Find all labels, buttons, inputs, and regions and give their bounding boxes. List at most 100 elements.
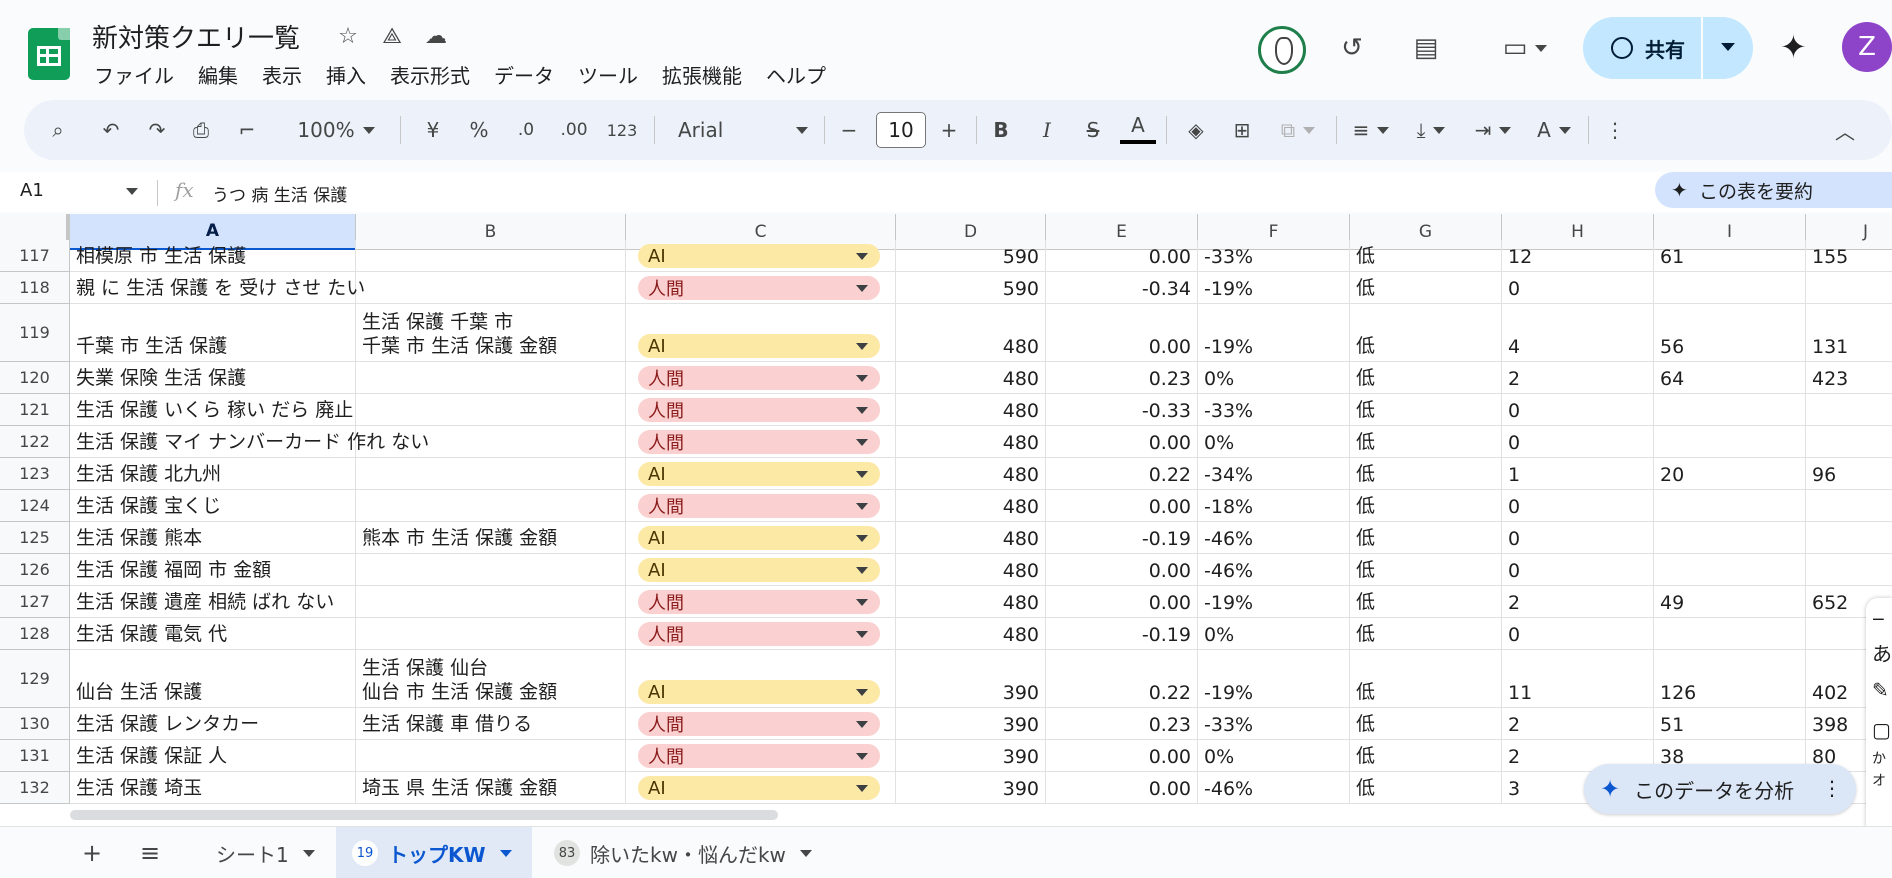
move-folder-icon[interactable]: ⟁ [378, 22, 406, 50]
table-cell[interactable]: 人間 [626, 394, 896, 426]
table-cell[interactable]: 人間 [626, 708, 896, 740]
table-cell[interactable] [356, 394, 626, 426]
add-sheet-icon[interactable]: + [76, 837, 108, 869]
table-cell[interactable]: -0.19 [1046, 522, 1198, 554]
row-header[interactable]: 128 [0, 618, 70, 650]
table-cell[interactable]: 0 [1502, 618, 1654, 650]
type-dropdown-chip[interactable]: 人間 [638, 712, 880, 736]
table-cell[interactable]: 480 [896, 458, 1046, 490]
table-cell[interactable]: AI [626, 458, 896, 490]
table-cell[interactable] [1654, 272, 1806, 304]
font-size-input[interactable]: 10 [876, 112, 926, 148]
table-cell[interactable]: 人間 [626, 362, 896, 394]
paint-format-icon[interactable]: ⌐ [232, 110, 262, 150]
table-cell[interactable]: 1 [1502, 458, 1654, 490]
table-cell[interactable]: 0% [1198, 740, 1350, 772]
table-cell[interactable]: -46% [1198, 522, 1350, 554]
table-cell[interactable] [1806, 426, 1892, 458]
table-cell[interactable]: AI [626, 554, 896, 586]
table-cell[interactable]: 96 [1806, 458, 1892, 490]
menu-data[interactable]: データ [482, 58, 566, 91]
table-cell[interactable] [356, 426, 626, 458]
table-cell[interactable] [356, 618, 626, 650]
table-cell[interactable]: -19% [1198, 272, 1350, 304]
table-cell[interactable]: 生活 保護 遺産 相続 ばれ ない [70, 586, 356, 618]
table-cell[interactable]: 20 [1654, 458, 1806, 490]
table-cell[interactable]: 0 [1502, 394, 1654, 426]
strikethrough-icon[interactable]: S [1076, 110, 1110, 150]
table-cell[interactable]: -33% [1198, 394, 1350, 426]
formula-input[interactable]: うつ 病 生活 保護 [212, 181, 347, 206]
spreadsheet-grid[interactable]: ABCDEFGHIJ 117 相模原 市 生活 保護 AI 590 0.00 -33% 低 1… [0, 214, 1892, 826]
row-header[interactable]: 117 [0, 240, 70, 272]
row-header[interactable]: 120 [0, 362, 70, 394]
table-cell[interactable]: 0 [1502, 426, 1654, 458]
table-cell[interactable]: 生活 保護 北九州 [70, 458, 356, 490]
decrease-font-size-icon[interactable]: − [834, 110, 864, 150]
row-header[interactable]: 131 [0, 740, 70, 772]
row-header[interactable]: 130 [0, 708, 70, 740]
table-cell[interactable]: 低 [1350, 458, 1502, 490]
decrease-decimal-button[interactable]: .0 [508, 110, 544, 150]
table-cell[interactable]: 生活 保護 埼玉 [70, 772, 356, 804]
menu-format[interactable]: 表示形式 [378, 58, 482, 91]
table-cell[interactable]: 590 [896, 240, 1046, 272]
table-cell[interactable] [356, 740, 626, 772]
table-cell[interactable]: 相模原 市 生活 保護 [70, 240, 356, 272]
table-cell[interactable]: 0% [1198, 426, 1350, 458]
table-cell[interactable]: 低 [1350, 708, 1502, 740]
table-cell[interactable]: 低 [1350, 740, 1502, 772]
table-cell[interactable]: 0.00 [1046, 426, 1198, 458]
sheet-tab-top-kw[interactable]: 19 トップKW [336, 827, 532, 878]
table-cell[interactable]: 生活 保護 マイ ナンバーカード 作れ ない [70, 426, 429, 458]
summarize-table-button[interactable]: この表を要約 [1655, 172, 1892, 208]
increase-font-size-icon[interactable]: + [934, 110, 964, 150]
table-cell[interactable]: 低 [1350, 304, 1502, 362]
table-cell[interactable] [1654, 554, 1806, 586]
table-cell[interactable]: 低 [1350, 554, 1502, 586]
type-dropdown-chip[interactable]: AI [638, 462, 880, 486]
merge-cells-icon[interactable]: ⧉ [1270, 110, 1326, 150]
user-avatar[interactable]: Z [1842, 22, 1892, 72]
version-history-icon[interactable]: ↺ [1332, 28, 1372, 68]
table-cell[interactable]: 480 [896, 554, 1046, 586]
collaborator-avatar[interactable] [1258, 26, 1306, 74]
table-cell[interactable]: 失業 保険 生活 保護 [70, 362, 356, 394]
bold-icon[interactable]: B [984, 110, 1018, 150]
table-cell[interactable]: 49 [1654, 586, 1806, 618]
table-cell[interactable] [356, 554, 626, 586]
table-cell[interactable] [356, 362, 626, 394]
meet-camera-icon[interactable]: ▭ [1490, 28, 1560, 68]
redo-icon[interactable]: ↷ [142, 110, 172, 150]
table-cell[interactable]: 低 [1350, 490, 1502, 522]
row-header[interactable]: 127 [0, 586, 70, 618]
table-cell[interactable]: 590 [896, 272, 1046, 304]
table-cell[interactable] [1806, 394, 1892, 426]
table-cell[interactable]: -33% [1198, 240, 1350, 272]
row-header[interactable]: 124 [0, 490, 70, 522]
table-cell[interactable]: 人間 [626, 740, 896, 772]
type-dropdown-chip[interactable]: 人間 [638, 366, 880, 390]
table-cell[interactable]: 64 [1654, 362, 1806, 394]
text-wrapping-icon[interactable]: ⇥ [1466, 110, 1520, 150]
table-cell[interactable] [356, 586, 626, 618]
type-dropdown-chip[interactable]: 人間 [638, 494, 880, 518]
table-cell[interactable]: 2 [1502, 708, 1654, 740]
table-cell[interactable]: 低 [1350, 586, 1502, 618]
type-dropdown-chip[interactable]: AI [638, 558, 880, 582]
table-cell[interactable]: 155 [1806, 240, 1892, 272]
table-cell[interactable]: 390 [896, 650, 1046, 708]
table-cell[interactable]: 0% [1198, 618, 1350, 650]
table-cell[interactable]: -18% [1198, 490, 1350, 522]
analyze-more-icon[interactable]: ⋮ [1822, 776, 1842, 800]
italic-icon[interactable]: I [1030, 110, 1064, 150]
menu-insert[interactable]: 挿入 [314, 58, 378, 91]
table-cell[interactable]: -0.34 [1046, 272, 1198, 304]
table-cell[interactable]: 0.22 [1046, 458, 1198, 490]
table-cell[interactable]: -34% [1198, 458, 1350, 490]
type-dropdown-chip[interactable]: 人間 [638, 622, 880, 646]
table-cell[interactable]: 0.00 [1046, 586, 1198, 618]
table-cell[interactable]: 0.00 [1046, 554, 1198, 586]
percent-format-button[interactable]: % [464, 110, 494, 150]
name-box-dropdown-icon[interactable] [126, 188, 138, 195]
